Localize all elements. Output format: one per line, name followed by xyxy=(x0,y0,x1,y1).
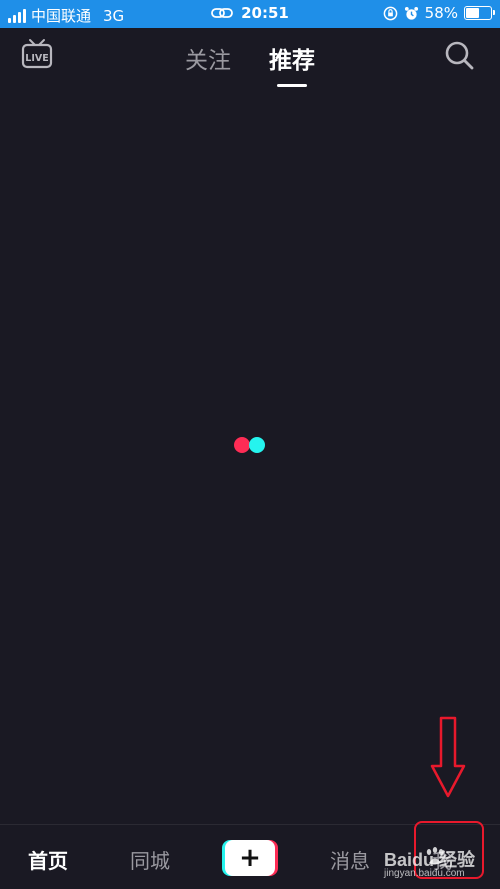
search-icon[interactable] xyxy=(444,40,474,70)
tab-messages[interactable]: 消息 xyxy=(330,845,370,874)
battery-level xyxy=(466,8,479,18)
network-label: 3G xyxy=(103,6,125,25)
alarm-icon xyxy=(404,6,418,20)
annotation-highlight-box xyxy=(414,821,484,879)
top-nav: LIVE 关注 推荐 xyxy=(0,28,500,88)
carrier-label: 中国联通 xyxy=(31,7,92,25)
signal-icon xyxy=(8,8,26,23)
create-post-button[interactable]: + xyxy=(222,840,278,876)
loading-indicator xyxy=(234,437,265,453)
status-bar: 中国联通 3G 20:51 58% xyxy=(0,0,500,28)
clock-label: 20:51 xyxy=(241,4,289,22)
link-icon xyxy=(211,8,234,18)
feed-tabs: 关注 推荐 xyxy=(0,41,500,75)
battery-icon xyxy=(464,6,495,20)
tab-home[interactable]: 首页 xyxy=(28,845,68,874)
status-right: 58% xyxy=(383,4,495,22)
status-left: 中国联通 3G xyxy=(8,5,124,26)
tab-following[interactable]: 关注 xyxy=(185,41,231,75)
battery-percent: 58% xyxy=(424,4,458,22)
tab-nearby[interactable]: 同城 xyxy=(130,845,170,874)
annotation-down-arrow-icon xyxy=(430,716,466,798)
plus-icon: + xyxy=(225,840,275,876)
rotation-lock-icon xyxy=(383,6,397,20)
loader-dot-cyan xyxy=(249,437,265,453)
tab-recommended[interactable]: 推荐 xyxy=(269,41,315,75)
loader-dot-red xyxy=(234,437,250,453)
